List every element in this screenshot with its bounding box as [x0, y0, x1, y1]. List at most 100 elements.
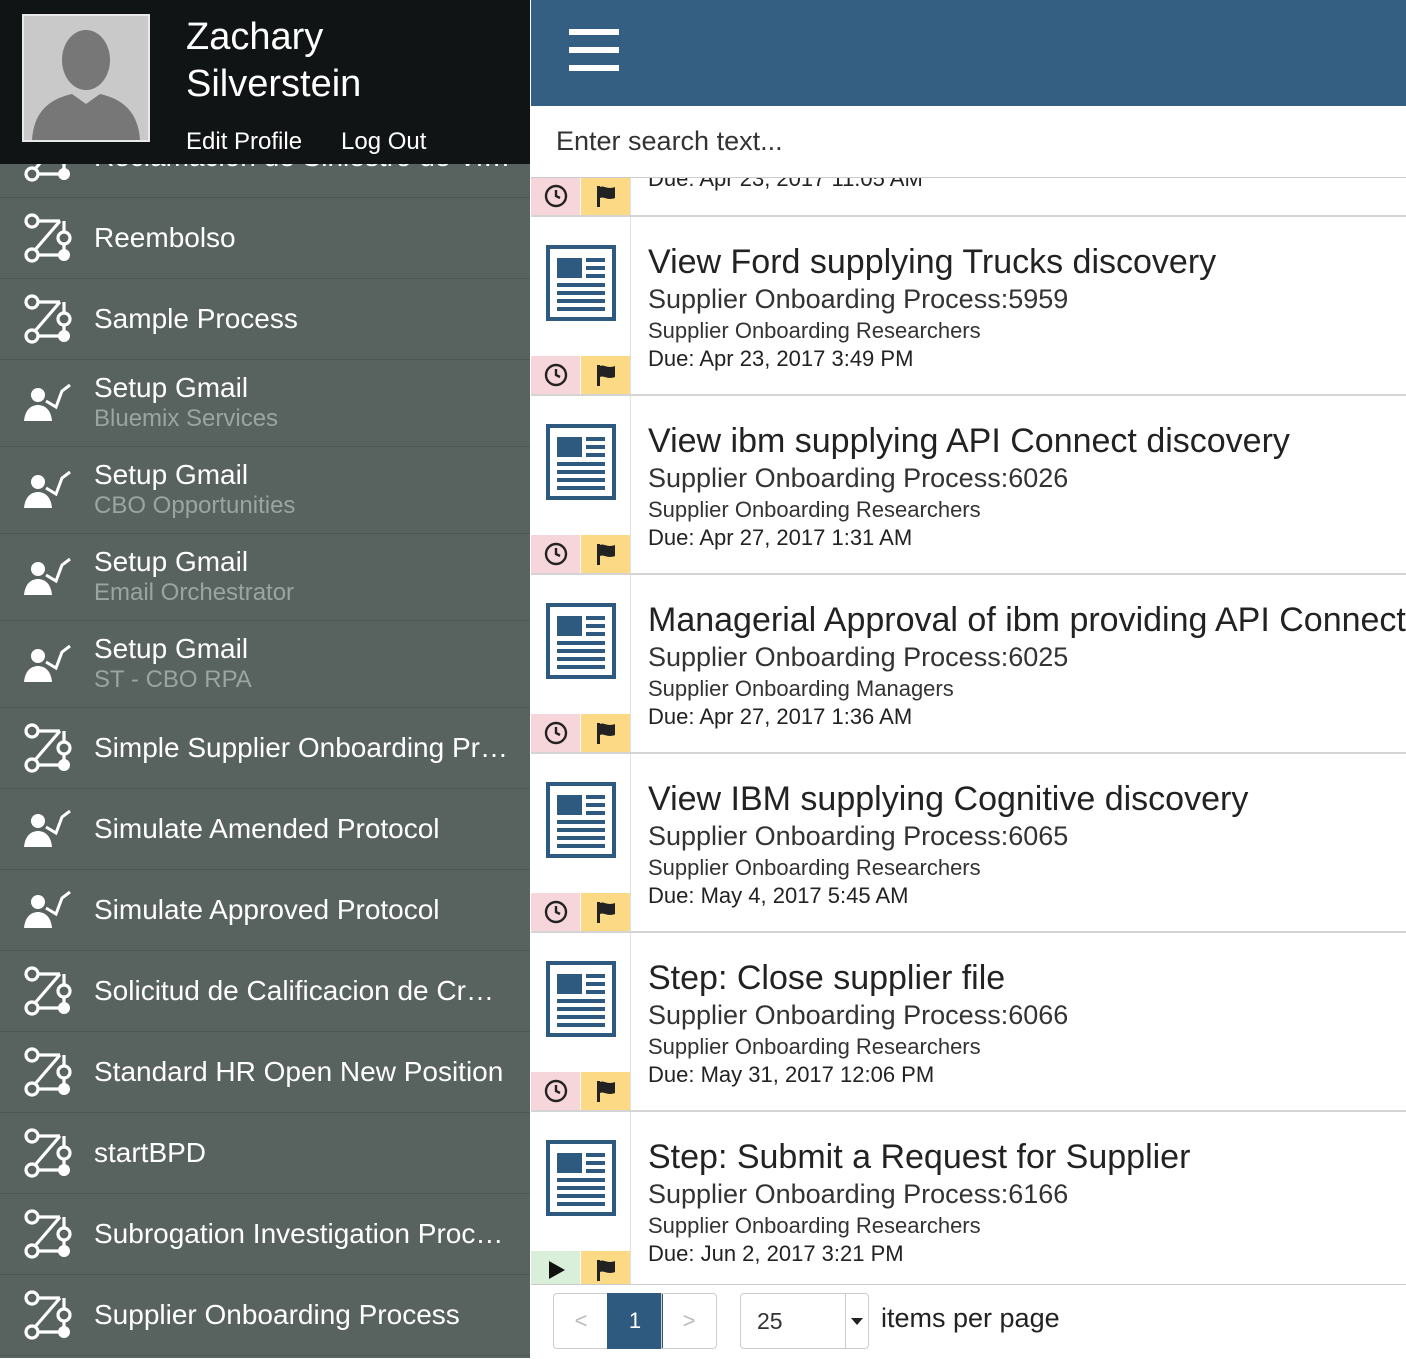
- task-team: Supplier Onboarding Researchers: [648, 1034, 981, 1059]
- sidebar-item-text: Supplier Onboarding Process: [94, 1299, 512, 1331]
- task-due-date: Due: Apr 23, 2017 11:05 AM: [648, 178, 923, 191]
- task-document-icon[interactable]: [546, 424, 616, 500]
- task-row[interactable]: Due: Apr 23, 2017 11:05 AM: [531, 178, 1406, 217]
- task-title[interactable]: Managerial Approval of ibm providing API…: [648, 601, 1406, 639]
- task-row[interactable]: View ibm supplying API Connect discovery…: [531, 396, 1406, 575]
- sidebar-item[interactable]: Simple Supplier Onboarding Pr…: [0, 708, 530, 789]
- task-details: View IBM supplying Cognitive discovery Su…: [648, 780, 1406, 910]
- task-row[interactable]: View IBM supplying Cognitive discovery Su…: [531, 754, 1406, 933]
- flag-icon[interactable]: [581, 893, 630, 931]
- sidebar-item[interactable]: Solicitud de Calificacion de Cr…: [0, 951, 530, 1032]
- service-icon: [22, 551, 74, 603]
- task-document-icon[interactable]: [546, 245, 616, 321]
- task-actions: [531, 933, 631, 1110]
- flag-icon[interactable]: [581, 1251, 630, 1284]
- task-title[interactable]: Step: Submit a Request for Supplier: [648, 1138, 1406, 1176]
- sidebar-item-text: Simulate Amended Protocol: [94, 813, 512, 845]
- process-icon: [22, 965, 74, 1017]
- avatar[interactable]: [22, 14, 150, 142]
- sidebar-item[interactable]: Simulate Amended Protocol: [0, 789, 530, 870]
- sidebar-item-title: Simple Supplier Onboarding Pr…: [94, 732, 508, 763]
- sidebar-item[interactable]: Reembolso: [0, 198, 530, 279]
- sidebar-item-title: Reembolso: [94, 222, 236, 253]
- task-team: Supplier Onboarding Researchers: [648, 855, 981, 880]
- task-document-icon[interactable]: [546, 1140, 616, 1216]
- sidebar-item-subtitle: CBO Opportunities: [94, 492, 296, 519]
- task-actions: [531, 754, 631, 931]
- task-process: Supplier Onboarding Process:6066: [648, 1000, 1069, 1030]
- task-row[interactable]: Managerial Approval of ibm providing API…: [531, 575, 1406, 754]
- service-icon: [22, 638, 74, 690]
- sidebar-item[interactable]: Standard HR Open New Position: [0, 1032, 530, 1113]
- next-page-button[interactable]: >: [661, 1293, 717, 1349]
- task-actions: [531, 575, 631, 752]
- sidebar-item-text: Standard HR Open New Position: [94, 1056, 512, 1088]
- sidebar-item-text: Sample Process: [94, 303, 512, 335]
- sidebar-item[interactable]: Setup Gmail Bluemix Services: [0, 360, 530, 447]
- task-title[interactable]: Step: Close supplier file: [648, 959, 1406, 997]
- hamburger-icon[interactable]: [569, 29, 619, 73]
- sidebar-item[interactable]: startBPD: [0, 1113, 530, 1194]
- task-title[interactable]: View IBM supplying Cognitive discovery: [648, 780, 1406, 818]
- sidebar-item-text: Setup Gmail Bluemix Services: [94, 372, 512, 434]
- task-row[interactable]: Step: Close supplier file Supplier Onboar…: [531, 933, 1406, 1112]
- user-name: Zachary Silverstein: [186, 16, 362, 105]
- sidebar-item-title: Setup Gmail: [94, 459, 249, 490]
- clock-icon[interactable]: [531, 178, 580, 215]
- clock-icon[interactable]: [531, 893, 580, 931]
- log-out-link[interactable]: Log Out: [341, 128, 426, 156]
- page-size-select[interactable]: 25: [740, 1293, 869, 1349]
- task-title[interactable]: View Ford supplying Trucks discovery: [648, 243, 1406, 281]
- task-document-icon[interactable]: [546, 782, 616, 858]
- task-process: Supplier Onboarding Process:6065: [648, 821, 1069, 851]
- task-row[interactable]: Step: Submit a Request for Supplier Suppl…: [531, 1112, 1406, 1284]
- sidebar-item-text: Simple Supplier Onboarding Pr…: [94, 732, 512, 764]
- sidebar-item-text: Setup Gmail Email Orchestrator: [94, 546, 512, 608]
- clock-icon[interactable]: [531, 535, 580, 573]
- edit-profile-link[interactable]: Edit Profile: [186, 128, 302, 156]
- prev-page-button[interactable]: <: [553, 1293, 609, 1349]
- task-row[interactable]: View Ford supplying Trucks discovery Supp…: [531, 217, 1406, 396]
- service-icon: [22, 803, 74, 855]
- sidebar-item-subtitle: ST - CBO RPA: [94, 666, 252, 693]
- sidebar-item[interactable]: Simulate Approved Protocol: [0, 870, 530, 951]
- profile-bar: Zachary Silverstein Edit Profile Log Out: [0, 0, 530, 164]
- sidebar-item-title: Sample Process: [94, 303, 298, 334]
- sidebar-item[interactable]: Supplier Onboarding Process: [0, 1275, 530, 1356]
- clock-icon[interactable]: [531, 714, 580, 752]
- sidebar-item[interactable]: Subrogation Investigation Proc…: [0, 1194, 530, 1275]
- search-input[interactable]: [531, 106, 1406, 178]
- process-icon: [22, 1127, 74, 1179]
- process-icon: [22, 722, 74, 774]
- flag-icon[interactable]: [581, 535, 630, 573]
- avatar-silhouette-icon: [24, 16, 148, 140]
- flag-icon[interactable]: [581, 714, 630, 752]
- clock-icon[interactable]: [531, 1072, 580, 1110]
- task-details: Step: Submit a Request for Supplier Suppl…: [648, 1138, 1406, 1268]
- task-process: Supplier Onboarding Process:6166: [648, 1179, 1069, 1209]
- task-process: Supplier Onboarding Process:6025: [648, 642, 1069, 672]
- task-details: Due: Apr 23, 2017 11:05 AM: [648, 178, 1406, 193]
- play-icon[interactable]: [531, 1251, 580, 1284]
- current-page-button[interactable]: 1: [607, 1293, 663, 1349]
- task-document-icon[interactable]: [546, 961, 616, 1037]
- sidebar-item-subtitle: Email Orchestrator: [94, 579, 295, 606]
- sidebar-item-title: Supplier Onboarding Process: [94, 1299, 460, 1330]
- task-title[interactable]: View ibm supplying API Connect discovery: [648, 422, 1406, 460]
- task-actions: [531, 1112, 631, 1284]
- sidebar-item[interactable]: Sample Process: [0, 279, 530, 360]
- sidebar-item-text: Setup Gmail ST - CBO RPA: [94, 633, 512, 695]
- clock-icon[interactable]: [531, 356, 580, 394]
- flag-icon[interactable]: [581, 178, 630, 215]
- process-icon: [22, 1208, 74, 1260]
- task-document-icon[interactable]: [546, 603, 616, 679]
- task-due-date: Due: May 31, 2017 12:06 PM: [648, 1062, 935, 1087]
- task-due-date: Due: Apr 23, 2017 3:49 PM: [648, 346, 914, 371]
- sidebar-item[interactable]: Setup Gmail ST - CBO RPA: [0, 621, 530, 708]
- sidebar-item[interactable]: Setup Gmail CBO Opportunities: [0, 447, 530, 534]
- items-per-page-label: items per page: [881, 1303, 1060, 1333]
- sidebar-item[interactable]: Setup Gmail Email Orchestrator: [0, 534, 530, 621]
- task-team: Supplier Onboarding Researchers: [648, 497, 981, 522]
- flag-icon[interactable]: [581, 356, 630, 394]
- flag-icon[interactable]: [581, 1072, 630, 1110]
